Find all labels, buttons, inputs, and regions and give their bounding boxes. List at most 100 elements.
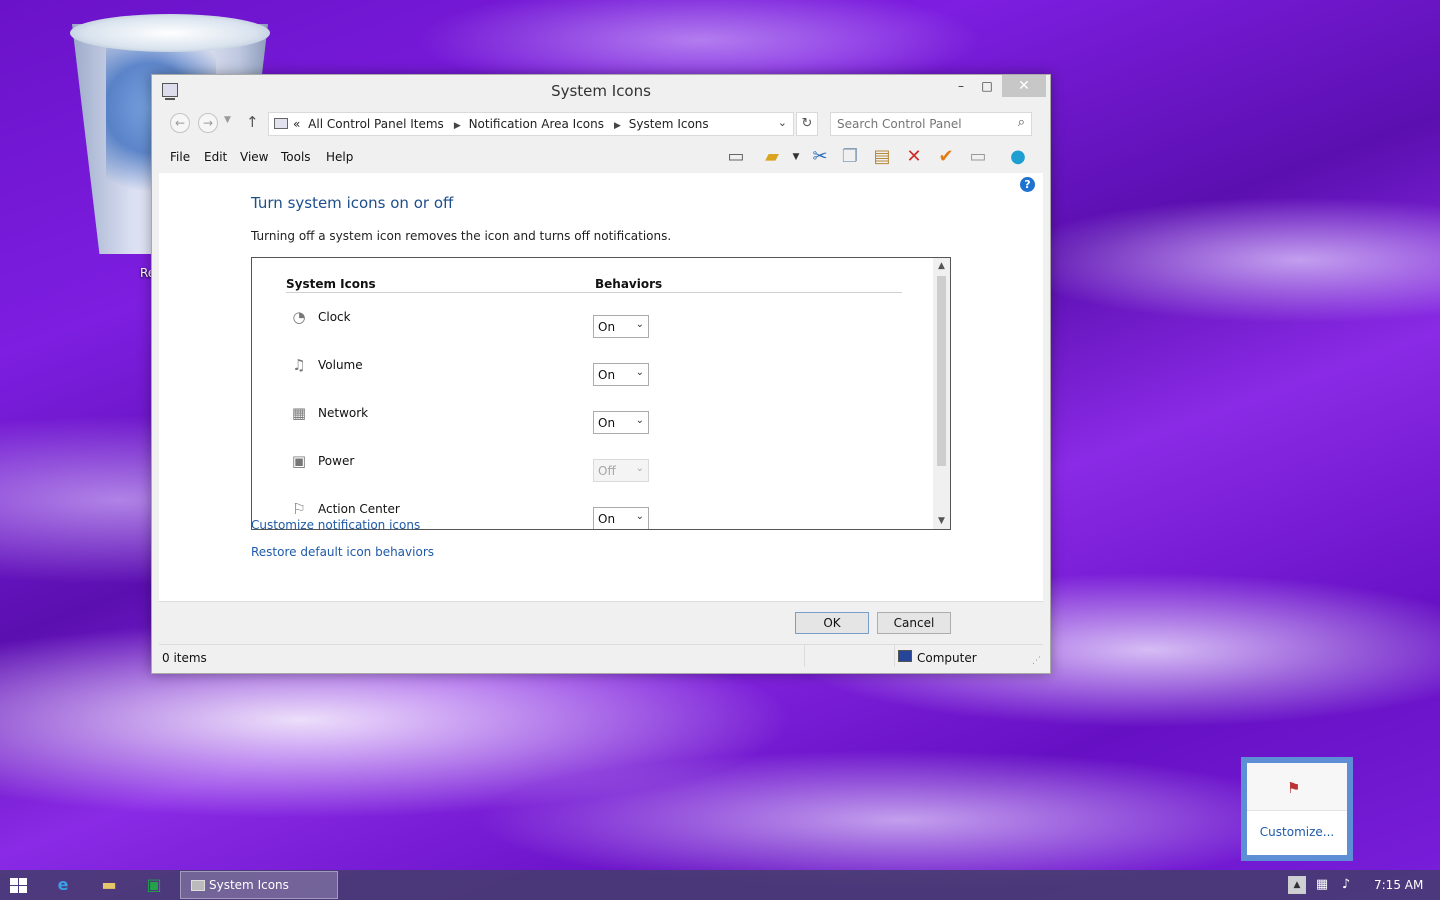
properties-check-icon[interactable]: ✔ <box>934 146 958 168</box>
menu-edit[interactable]: Edit <box>204 150 227 164</box>
rename-icon[interactable]: ▭ <box>966 146 990 168</box>
dialog-footer: OK Cancel <box>159 601 1043 643</box>
behavior-select-action-center[interactable]: On ⌄ <box>593 507 649 529</box>
scroll-down-icon[interactable]: ▼ <box>933 513 950 529</box>
network-tray-icon[interactable]: ▦ <box>1313 876 1331 894</box>
chevron-down-icon: ⌄ <box>777 116 787 129</box>
close-button[interactable]: ✕ <box>1002 75 1046 97</box>
search-box[interactable]: ⌕ <box>830 112 1032 136</box>
taskbar: e ▬ ▣ System Icons ▲ ▦ ♪ 7:15 AM <box>0 870 1440 900</box>
chevron-up-icon: ▲ <box>1293 880 1301 890</box>
flyout-panel: ⚑ Customize... <box>1247 763 1347 855</box>
taskbar-clock[interactable]: 7:15 AM <box>1374 878 1423 892</box>
forward-arrow-icon: → <box>202 116 214 130</box>
resize-grip-icon[interactable]: ⋰ <box>1032 656 1041 666</box>
globe-icon[interactable]: ● <box>1006 146 1030 168</box>
select-value: On <box>598 416 616 430</box>
item-name: Network <box>318 406 369 420</box>
chevron-down-icon[interactable]: ▼ <box>784 146 808 168</box>
breadcrumb-overflow[interactable]: « <box>293 117 300 131</box>
file-explorer-icon[interactable]: ▬ <box>93 873 125 897</box>
flag-icon: ⚐ <box>292 500 306 518</box>
up-arrow-icon: ↑ <box>246 113 259 131</box>
address-bar[interactable]: « All Control Panel Items ▶ Notification … <box>268 112 794 136</box>
title-bar[interactable]: System Icons – □ ✕ <box>152 75 1050 105</box>
up-button[interactable]: ↑ <box>246 113 259 131</box>
column-header-behaviors: Behaviors <box>595 277 663 291</box>
page-title: Turn system icons on or off <box>251 194 454 212</box>
show-hidden-icons-button[interactable]: ▲ <box>1288 876 1306 894</box>
behavior-select-clock[interactable]: On ⌄ <box>593 315 649 338</box>
search-input[interactable] <box>837 114 1007 134</box>
chevron-down-icon: ▼ <box>224 115 231 125</box>
content-area: ? Turn system icons on or off Turning of… <box>159 173 1043 601</box>
chevron-down-icon: ⌄ <box>635 511 644 522</box>
volume-tray-icon[interactable]: ♪ <box>1337 876 1355 894</box>
chevron-down-icon: ⌄ <box>635 367 644 378</box>
folder-icon[interactable]: ▰ <box>760 146 784 168</box>
ok-button[interactable]: OK <box>795 612 869 634</box>
list-item-volume: ♫ Volume On ⌄ <box>288 356 668 386</box>
windows-logo-icon <box>19 886 27 893</box>
internet-explorer-icon[interactable]: e <box>47 873 79 897</box>
recycle-bin-rim <box>70 14 270 52</box>
breadcrumb-all-control-panel-items[interactable]: All Control Panel Items <box>308 117 444 131</box>
chevron-down-icon: ⌄ <box>635 415 644 426</box>
restore-default-icon-behaviors-link[interactable]: Restore default icon behaviors <box>251 545 434 559</box>
taskbar-item-label: System Icons <box>209 878 289 892</box>
breadcrumb-system-icons[interactable]: System Icons <box>629 117 709 131</box>
clock-icon: ◔ <box>292 308 306 326</box>
cut-icon[interactable]: ✂ <box>808 146 832 168</box>
vertical-scrollbar[interactable]: ▲ ▼ <box>933 258 950 529</box>
forward-button[interactable]: → <box>198 113 218 133</box>
menu-view[interactable]: View <box>240 150 268 164</box>
volume-icon: ♫ <box>292 356 306 374</box>
menu-tools[interactable]: Tools <box>281 150 311 164</box>
item-count: 0 items <box>162 651 207 665</box>
recent-locations-button[interactable]: ▼ <box>224 115 231 125</box>
behavior-select-volume[interactable]: On ⌄ <box>593 363 649 386</box>
scroll-thumb[interactable] <box>937 276 946 466</box>
item-name: Power <box>318 454 355 468</box>
menu-file[interactable]: File <box>170 150 190 164</box>
customize-notification-icons-link[interactable]: Customize notification icons <box>251 518 420 532</box>
menu-help[interactable]: Help <box>326 150 353 164</box>
select-value: On <box>598 512 616 526</box>
preview-pane-icon[interactable]: ▭ <box>724 146 748 168</box>
cancel-button[interactable]: Cancel <box>877 612 951 634</box>
refresh-button[interactable]: ↻ <box>796 112 818 136</box>
taskbar-item-system-icons[interactable]: System Icons <box>180 871 338 899</box>
behavior-select-network[interactable]: On ⌄ <box>593 411 649 434</box>
item-name: Volume <box>318 358 363 372</box>
breadcrumb-separator-icon[interactable]: ▶ <box>614 121 621 131</box>
maximize-button[interactable]: □ <box>974 75 1000 97</box>
start-button[interactable] <box>8 876 28 894</box>
paste-icon[interactable]: ▤ <box>870 146 894 168</box>
address-dropdown-button[interactable]: ⌄ <box>778 116 787 129</box>
refresh-icon: ↻ <box>801 116 813 131</box>
control-panel-icon <box>191 880 205 891</box>
column-header-system-icons: System Icons <box>286 277 376 291</box>
page-description: Turning off a system icon removes the ic… <box>251 229 672 243</box>
select-value: Off <box>598 464 616 478</box>
delete-icon[interactable]: ✕ <box>902 146 926 168</box>
windows-logo-icon <box>10 886 18 893</box>
breadcrumb-notification-area-icons[interactable]: Notification Area Icons <box>469 117 604 131</box>
help-icon[interactable]: ? <box>1020 177 1035 192</box>
scroll-up-icon[interactable]: ▲ <box>933 258 950 274</box>
copy-icon[interactable]: ❐ <box>838 146 862 168</box>
action-center-flag-icon[interactable]: ⚑ <box>1287 779 1300 797</box>
header-divider <box>286 292 902 293</box>
breadcrumb-separator-icon[interactable]: ▶ <box>454 121 461 131</box>
store-icon[interactable]: ▣ <box>138 873 170 897</box>
status-divider <box>804 645 805 667</box>
computer-icon <box>898 650 912 662</box>
select-value: On <box>598 368 616 382</box>
status-divider <box>894 645 895 667</box>
minimize-button[interactable]: – <box>948 75 974 97</box>
windows-logo-icon <box>10 878 18 885</box>
search-icon[interactable]: ⌕ <box>1018 115 1025 130</box>
back-button[interactable]: ← <box>170 113 190 133</box>
customize-link[interactable]: Customize... <box>1247 825 1347 839</box>
computer-icon <box>274 118 288 129</box>
